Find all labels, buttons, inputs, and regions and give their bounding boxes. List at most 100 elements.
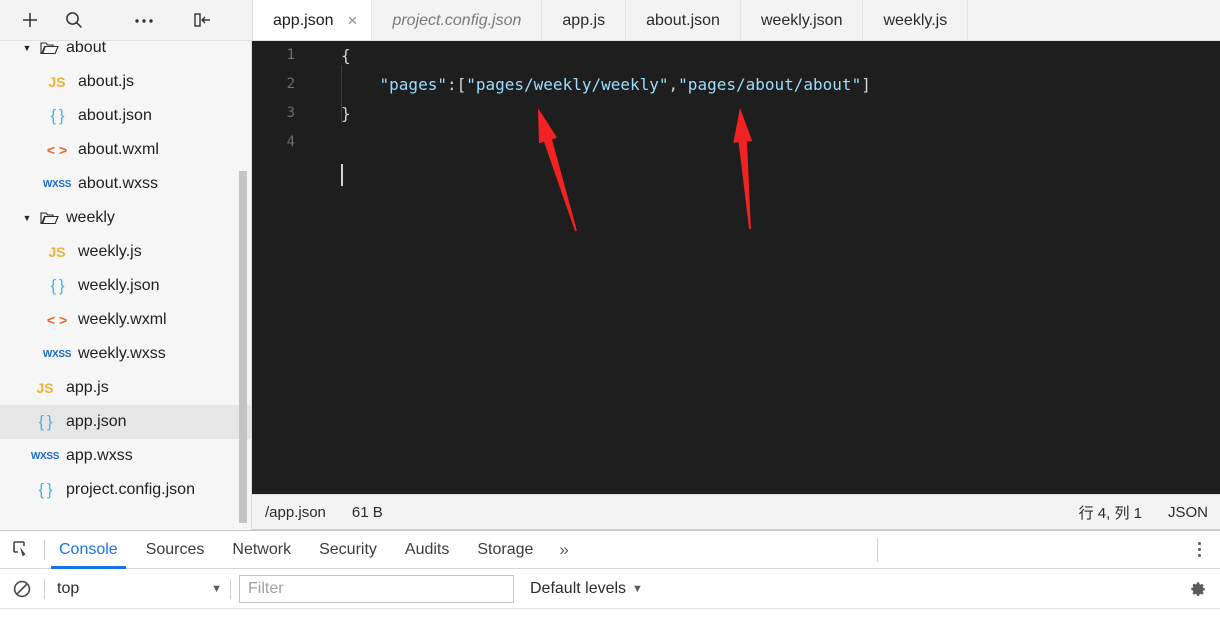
json-file-icon: { } [38, 412, 52, 431]
wxml-file-icon: < > [46, 142, 68, 158]
log-levels-selector[interactable]: Default levels ▼ [530, 580, 643, 598]
line-number-gutter: 1 2 3 4 [252, 41, 308, 494]
json-file-icon: { } [50, 276, 64, 295]
tab-sources[interactable]: Sources [132, 531, 219, 569]
file-tree-item-label: about.js [78, 73, 135, 90]
tab-label: app.json [273, 11, 334, 29]
tab-storage[interactable]: Storage [463, 531, 547, 569]
indent-guide [341, 65, 342, 123]
file-tree-item-about-wxss[interactable]: WXSS about.wxss [0, 167, 251, 201]
status-file-size: 61 B [351, 503, 383, 521]
top-bar: app.json × project.config.json app.js ab… [0, 0, 1220, 41]
editor-status-bar: /app.json 61 B 行 4, 列 1 JSON [252, 494, 1220, 530]
file-tree-item-app-json[interactable]: { } app.json [0, 405, 251, 439]
add-icon[interactable] [8, 0, 52, 40]
levels-label: Default levels [530, 579, 627, 597]
file-tree: ▼ about JS about.js { } about.json < > about.wx… [0, 41, 251, 507]
console-toolbar: top ▼ Filter Default levels ▼ [0, 569, 1220, 609]
file-tree-item-weekly-wxss[interactable]: WXSS weekly.wxss [0, 337, 251, 371]
collapse-panel-icon[interactable] [180, 0, 224, 40]
code-line[interactable] [308, 128, 1220, 157]
tab-security[interactable]: Security [305, 531, 391, 569]
file-tree-item-weekly-js[interactable]: JS weekly.js [0, 235, 251, 269]
tab-label: weekly.js [883, 11, 948, 29]
tab-label: Security [319, 540, 377, 558]
settings-gear-icon[interactable] [1187, 578, 1208, 599]
devtools-panel: Console Sources Network Security Audits … [0, 530, 1220, 622]
file-tree-item-label: weekly.wxml [78, 311, 167, 328]
file-tree-item-weekly-json[interactable]: { } weekly.json [0, 269, 251, 303]
devtools-menu-icon[interactable] [1178, 531, 1220, 569]
clear-console-icon[interactable] [0, 569, 44, 609]
inspect-element-icon[interactable] [0, 531, 44, 569]
file-tree-item-label: weekly.wxss [78, 345, 166, 362]
code-line[interactable]: } [308, 99, 1220, 128]
tab-audits[interactable]: Audits [391, 531, 463, 569]
tab-weekly-json[interactable]: weekly.json [741, 0, 864, 40]
tab-label: about.json [646, 11, 720, 29]
text-cursor [341, 164, 343, 186]
code-editor[interactable]: 1 2 3 4 { "pages":["pages/weekly/weekly","p… [252, 41, 1220, 494]
folder-twisty-icon[interactable]: ▼ [18, 43, 36, 53]
tab-about-json[interactable]: about.json [626, 0, 741, 40]
code-token: ] [861, 75, 871, 94]
folder-twisty-icon[interactable]: ▼ [18, 213, 36, 223]
file-tree-item-label: app.json [66, 413, 127, 430]
close-icon[interactable]: × [348, 12, 358, 29]
file-tree-item-app-wxss[interactable]: WXSS app.wxss [0, 439, 251, 473]
more-tabs-icon[interactable]: » [547, 531, 580, 569]
line-number: 4 [286, 134, 295, 150]
tab-console[interactable]: Console [45, 531, 132, 569]
status-cursor-position[interactable]: 行 4, 列 1 [1079, 502, 1142, 523]
console-context-selector[interactable]: top ▼ [45, 575, 230, 603]
json-file-icon: { } [38, 480, 52, 499]
context-label: top [57, 579, 80, 597]
tab-label: Storage [477, 540, 534, 558]
file-tree-item-label: weekly [66, 209, 115, 226]
more-options-icon[interactable] [122, 0, 166, 40]
js-file-icon: JS [36, 380, 54, 396]
tab-weekly-js[interactable]: weekly.js [863, 0, 969, 40]
code-content[interactable]: { "pages":["pages/weekly/weekly","pages/… [308, 41, 1220, 494]
wxml-file-icon: < > [46, 312, 68, 328]
file-tree-item-label: about.wxml [78, 141, 159, 158]
console-filter-input[interactable]: Filter [239, 574, 514, 603]
status-file-path: /app.json [265, 503, 326, 521]
wxss-file-icon: WXSS [42, 178, 72, 190]
toolbar-divider [876, 537, 878, 562]
tab-app-js[interactable]: app.js [542, 0, 627, 40]
file-tree-item-weekly[interactable]: ▼ weekly [0, 201, 251, 235]
file-tree-item-weekly-wxml[interactable]: < > weekly.wxml [0, 303, 251, 337]
chevron-down-icon: ▼ [632, 582, 643, 595]
tab-label: Audits [404, 540, 450, 558]
code-token: "pages/weekly/weekly" [466, 75, 669, 94]
file-tree-item-about-js[interactable]: JS about.js [0, 65, 251, 99]
file-tree-item-about[interactable]: ▼ about [0, 41, 251, 65]
folder-icon [36, 210, 62, 226]
file-explorer-sidebar[interactable]: ▼ about JS about.js { } about.json < > about.wx… [0, 41, 252, 530]
file-tree-item-label: about [66, 41, 107, 56]
file-tree-item-about-wxml[interactable]: < > about.wxml [0, 133, 251, 167]
sidebar-scrollbar[interactable] [239, 171, 247, 523]
js-file-icon: JS [48, 74, 66, 90]
tab-network[interactable]: Network [218, 531, 305, 569]
status-language-mode[interactable]: JSON [1168, 504, 1208, 521]
wechat-devtools-window: app.json × project.config.json app.js ab… [0, 0, 1220, 622]
console-output-area[interactable] [0, 609, 1220, 622]
js-file-icon: JS [48, 244, 66, 260]
file-tree-item-app-js[interactable]: JS app.js [0, 371, 251, 405]
code-token: { [341, 46, 351, 65]
code-line[interactable]: { [308, 41, 1220, 70]
file-tree-item-label: about.json [78, 107, 152, 124]
search-icon[interactable] [52, 0, 96, 40]
tab-label: app.js [562, 11, 606, 29]
file-tree-item-label: weekly.json [78, 277, 160, 294]
filter-placeholder: Filter [248, 579, 284, 597]
file-tree-item-project-config-json[interactable]: { } project.config.json [0, 473, 251, 507]
tab-project-config-json[interactable]: project.config.json [372, 0, 543, 40]
editor-tab-strip: app.json × project.config.json app.js ab… [252, 0, 1220, 40]
wxss-file-icon: WXSS [42, 348, 72, 360]
tab-app-json[interactable]: app.json × [253, 0, 373, 40]
file-tree-item-about-json[interactable]: { } about.json [0, 99, 251, 133]
code-line[interactable]: "pages":["pages/weekly/weekly","pages/ab… [308, 70, 1220, 99]
